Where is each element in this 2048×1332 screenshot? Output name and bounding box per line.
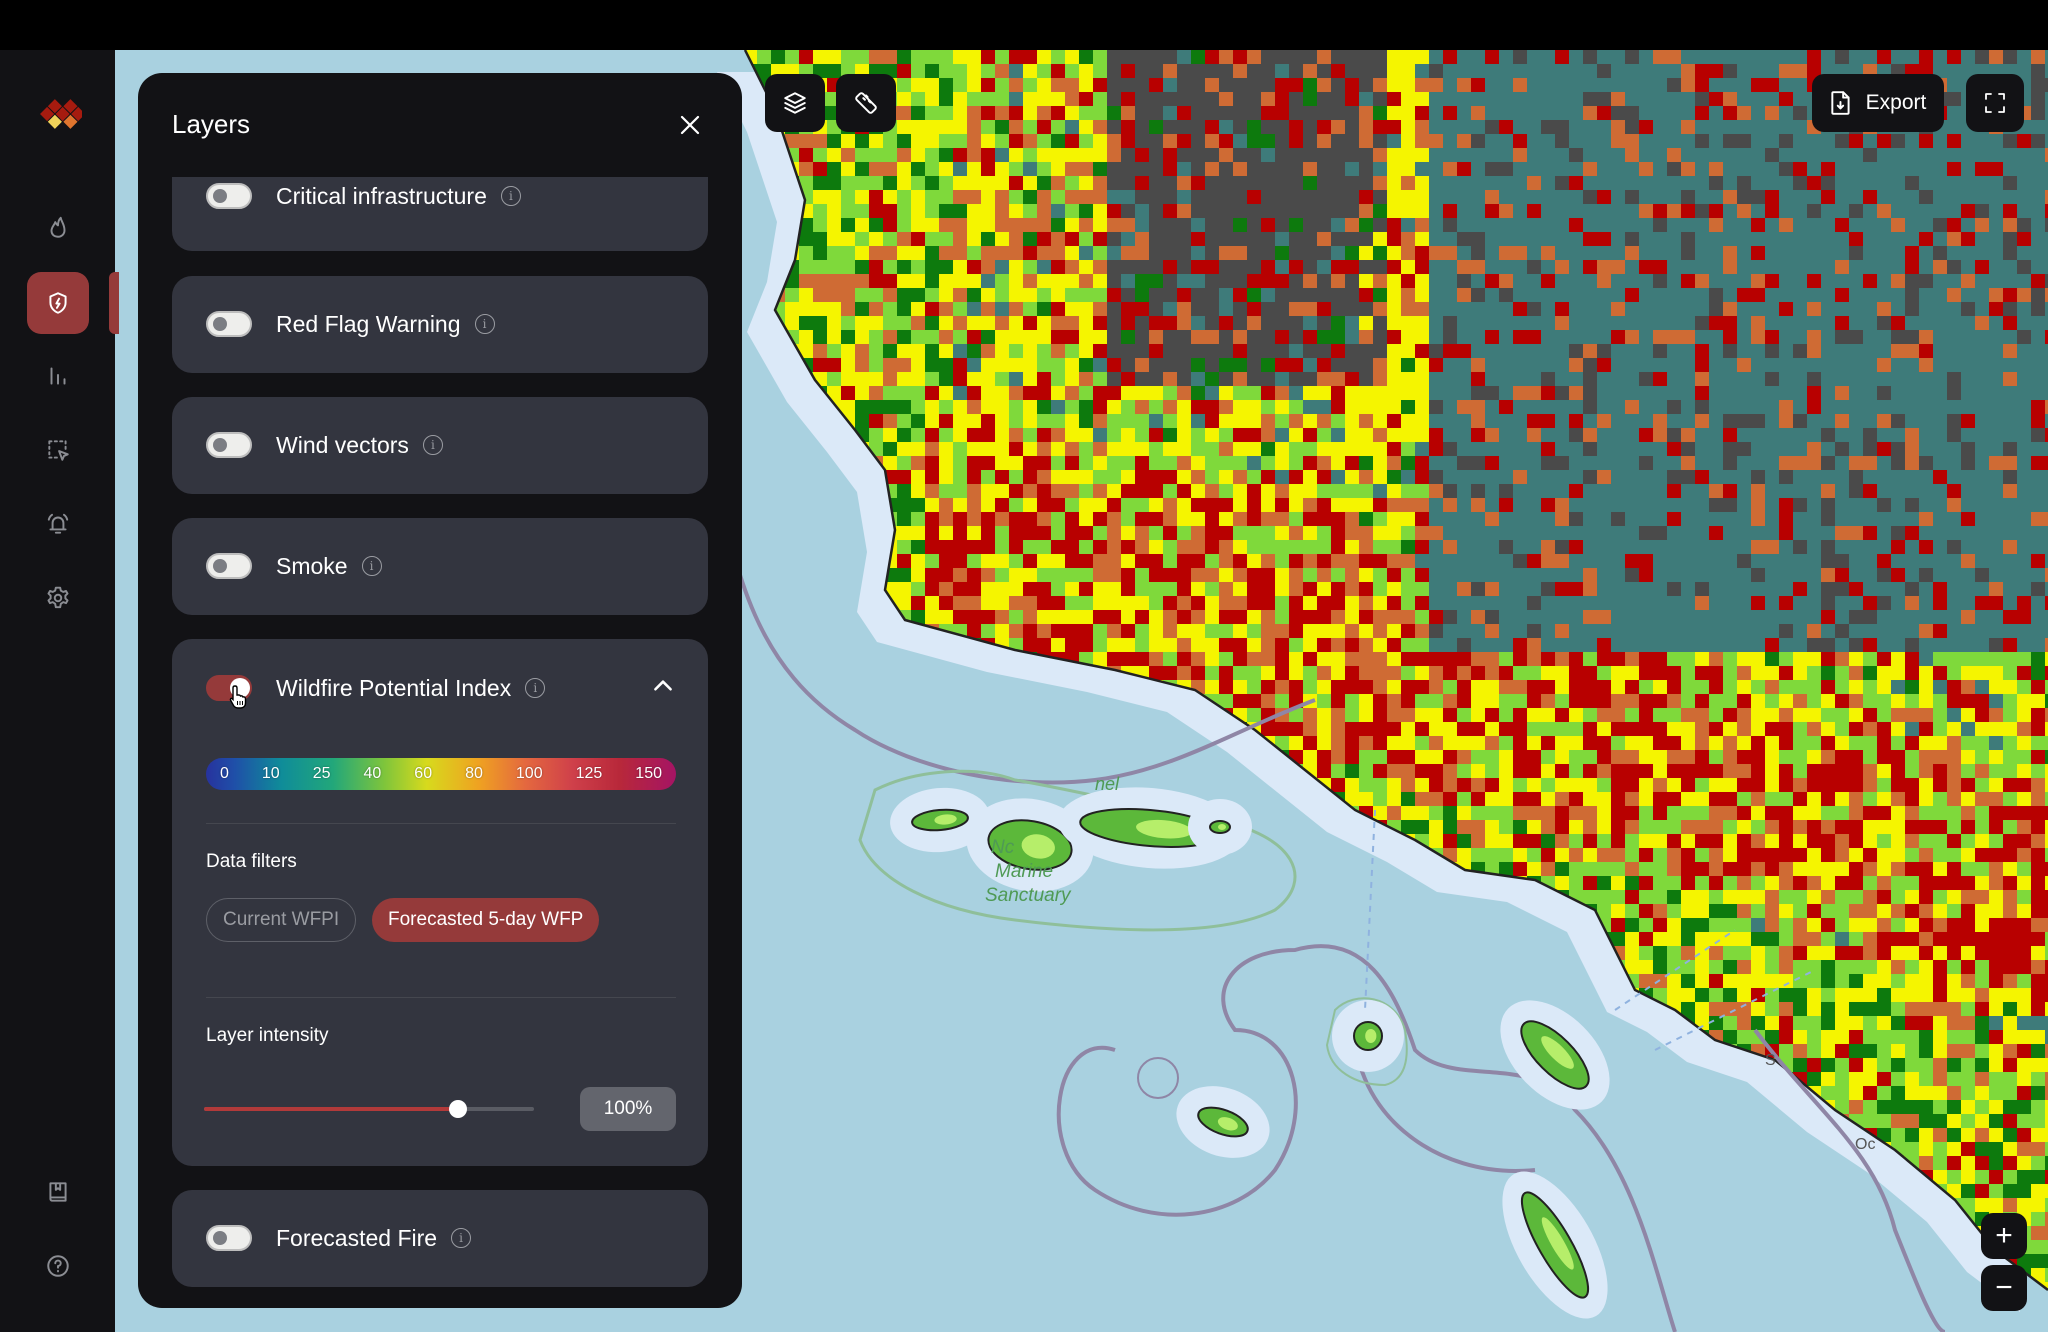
panel-title: Layers <box>172 109 251 139</box>
sidebar-item-fires[interactable] <box>27 196 89 258</box>
layer-card-red-flag-warning: Red Flag Warning i <box>172 276 708 373</box>
collapse-button[interactable] <box>650 673 676 699</box>
layers-icon <box>784 92 806 114</box>
legend-stop: 25 <box>312 765 331 782</box>
divider <box>206 823 676 824</box>
map-label-coast-1: S <box>1765 1052 1776 1069</box>
layers-list[interactable]: Critical infrastructure i Red Flag Warni… <box>138 177 742 1308</box>
layer-card-wind-vectors: Wind vectors i <box>172 397 708 494</box>
select-area-icon <box>48 440 69 461</box>
toggle-red-flag-warning[interactable] <box>206 311 252 337</box>
layer-label: Red Flag Warning <box>276 310 461 337</box>
map-label-sanctuary-2: Marine <box>995 861 1054 882</box>
layer-label: Wind vectors <box>276 431 409 458</box>
ruler-icon <box>855 92 877 114</box>
sidebar-item-guide[interactable] <box>27 1161 89 1223</box>
toggle-wildfire-potential-index[interactable] <box>206 675 252 701</box>
layer-label: Forecasted Fire <box>276 1224 438 1251</box>
layer-intensity-value[interactable]: 100% <box>580 1087 676 1131</box>
info-icon[interactable]: i <box>451 1228 472 1248</box>
map-label-sanctuary-1: Nc <box>991 837 1015 858</box>
legend-stop: 125 <box>575 765 603 782</box>
sidebar-item-risk[interactable] <box>27 272 89 334</box>
info-icon[interactable]: i <box>422 435 443 455</box>
bell-icon <box>47 513 69 534</box>
chevron-up-icon <box>654 680 672 691</box>
gear-icon <box>47 586 69 609</box>
sidebar-item-settings[interactable] <box>27 567 89 629</box>
wfpi-legend: 0 10 25 40 60 80 100 125 150 <box>206 758 676 790</box>
legend-stop: 60 <box>414 765 433 782</box>
sidebar-item-area-select[interactable] <box>27 419 89 481</box>
slider-thumb[interactable] <box>449 1100 468 1118</box>
map-label-sanctuary-partial: nel <box>1095 774 1120 794</box>
sidebar-item-help[interactable] <box>27 1235 89 1297</box>
toggle-wind-vectors[interactable] <box>206 432 252 458</box>
fullscreen-button[interactable] <box>1966 74 2024 132</box>
minus-icon: − <box>1995 1271 2013 1304</box>
legend-stop: 150 <box>635 765 662 782</box>
export-label: Export <box>1865 91 1927 114</box>
legend-stop: 80 <box>465 765 483 782</box>
layer-card-wildfire-potential-index: Wildfire Potential Index i 0 10 25 40 60… <box>172 639 708 1166</box>
slider-fill <box>204 1107 459 1111</box>
book-icon <box>49 1182 67 1202</box>
layer-label: Critical infrastructure <box>276 182 487 209</box>
island-small-detail <box>1365 1029 1377 1043</box>
layers-panel: Layers Critical infrastructure i Red Fla… <box>138 73 742 1308</box>
flame-icon <box>50 216 66 238</box>
close-icon <box>680 115 700 135</box>
legend-stop: 10 <box>261 765 280 782</box>
layer-label: Wildfire Potential Index <box>276 674 512 701</box>
plus-icon: + <box>1995 1219 2013 1252</box>
map-label-coast-2: Oc <box>1855 1136 1876 1153</box>
active-indicator <box>109 272 119 334</box>
zoom-out-button[interactable]: − <box>1981 1265 2027 1311</box>
zoom-in-button[interactable]: + <box>1981 1213 2027 1259</box>
legend-stop: 100 <box>515 765 543 782</box>
map-label-sanctuary-3: Sanctuary <box>985 885 1071 906</box>
app-logo[interactable] <box>32 86 82 142</box>
shield-bolt-icon <box>49 292 67 314</box>
legend-stop: 0 <box>220 765 229 782</box>
layers-button[interactable] <box>765 74 825 132</box>
layer-card-forecasted-fire: Forecasted Fire i <box>172 1190 708 1287</box>
info-icon[interactable]: i <box>474 314 495 334</box>
toggle-smoke[interactable] <box>206 553 252 579</box>
layer-intensity-label: Layer intensity <box>206 1025 329 1046</box>
divider <box>206 997 676 998</box>
toggle-critical-infrastructure[interactable] <box>206 183 252 209</box>
island-anacapa-detail <box>1218 824 1226 830</box>
maritime-marker <box>1137 1057 1179 1099</box>
data-filters-label: Data filters <box>206 851 297 872</box>
bar-chart-icon <box>50 367 66 385</box>
toggle-forecasted-fire[interactable] <box>206 1225 252 1251</box>
fullscreen-icon <box>1985 93 2005 113</box>
legend-stop: 40 <box>363 765 382 782</box>
filter-forecasted-5-day[interactable]: Forecasted 5-day WFP <box>372 898 600 942</box>
file-download-icon <box>1830 91 1850 115</box>
layer-card-smoke: Smoke i <box>172 518 708 615</box>
layer-card-critical-infrastructure: Critical infrastructure i <box>172 177 708 251</box>
layer-label: Smoke <box>276 552 348 579</box>
info-icon[interactable]: i <box>525 678 546 698</box>
sidebar-item-analytics[interactable] <box>27 345 89 407</box>
window-top-bar <box>0 0 2048 50</box>
info-icon[interactable]: i <box>361 556 382 576</box>
filter-current-wfpi[interactable]: Current WFPI <box>206 898 357 942</box>
export-button[interactable]: Export <box>1812 74 1944 132</box>
measure-button[interactable] <box>836 74 896 132</box>
help-icon <box>47 1255 69 1277</box>
layer-intensity-slider[interactable] <box>204 1099 534 1119</box>
sidebar <box>0 50 119 1332</box>
sidebar-item-alerts[interactable] <box>27 493 89 555</box>
info-icon[interactable]: i <box>500 186 521 206</box>
close-panel-button[interactable] <box>674 109 706 141</box>
